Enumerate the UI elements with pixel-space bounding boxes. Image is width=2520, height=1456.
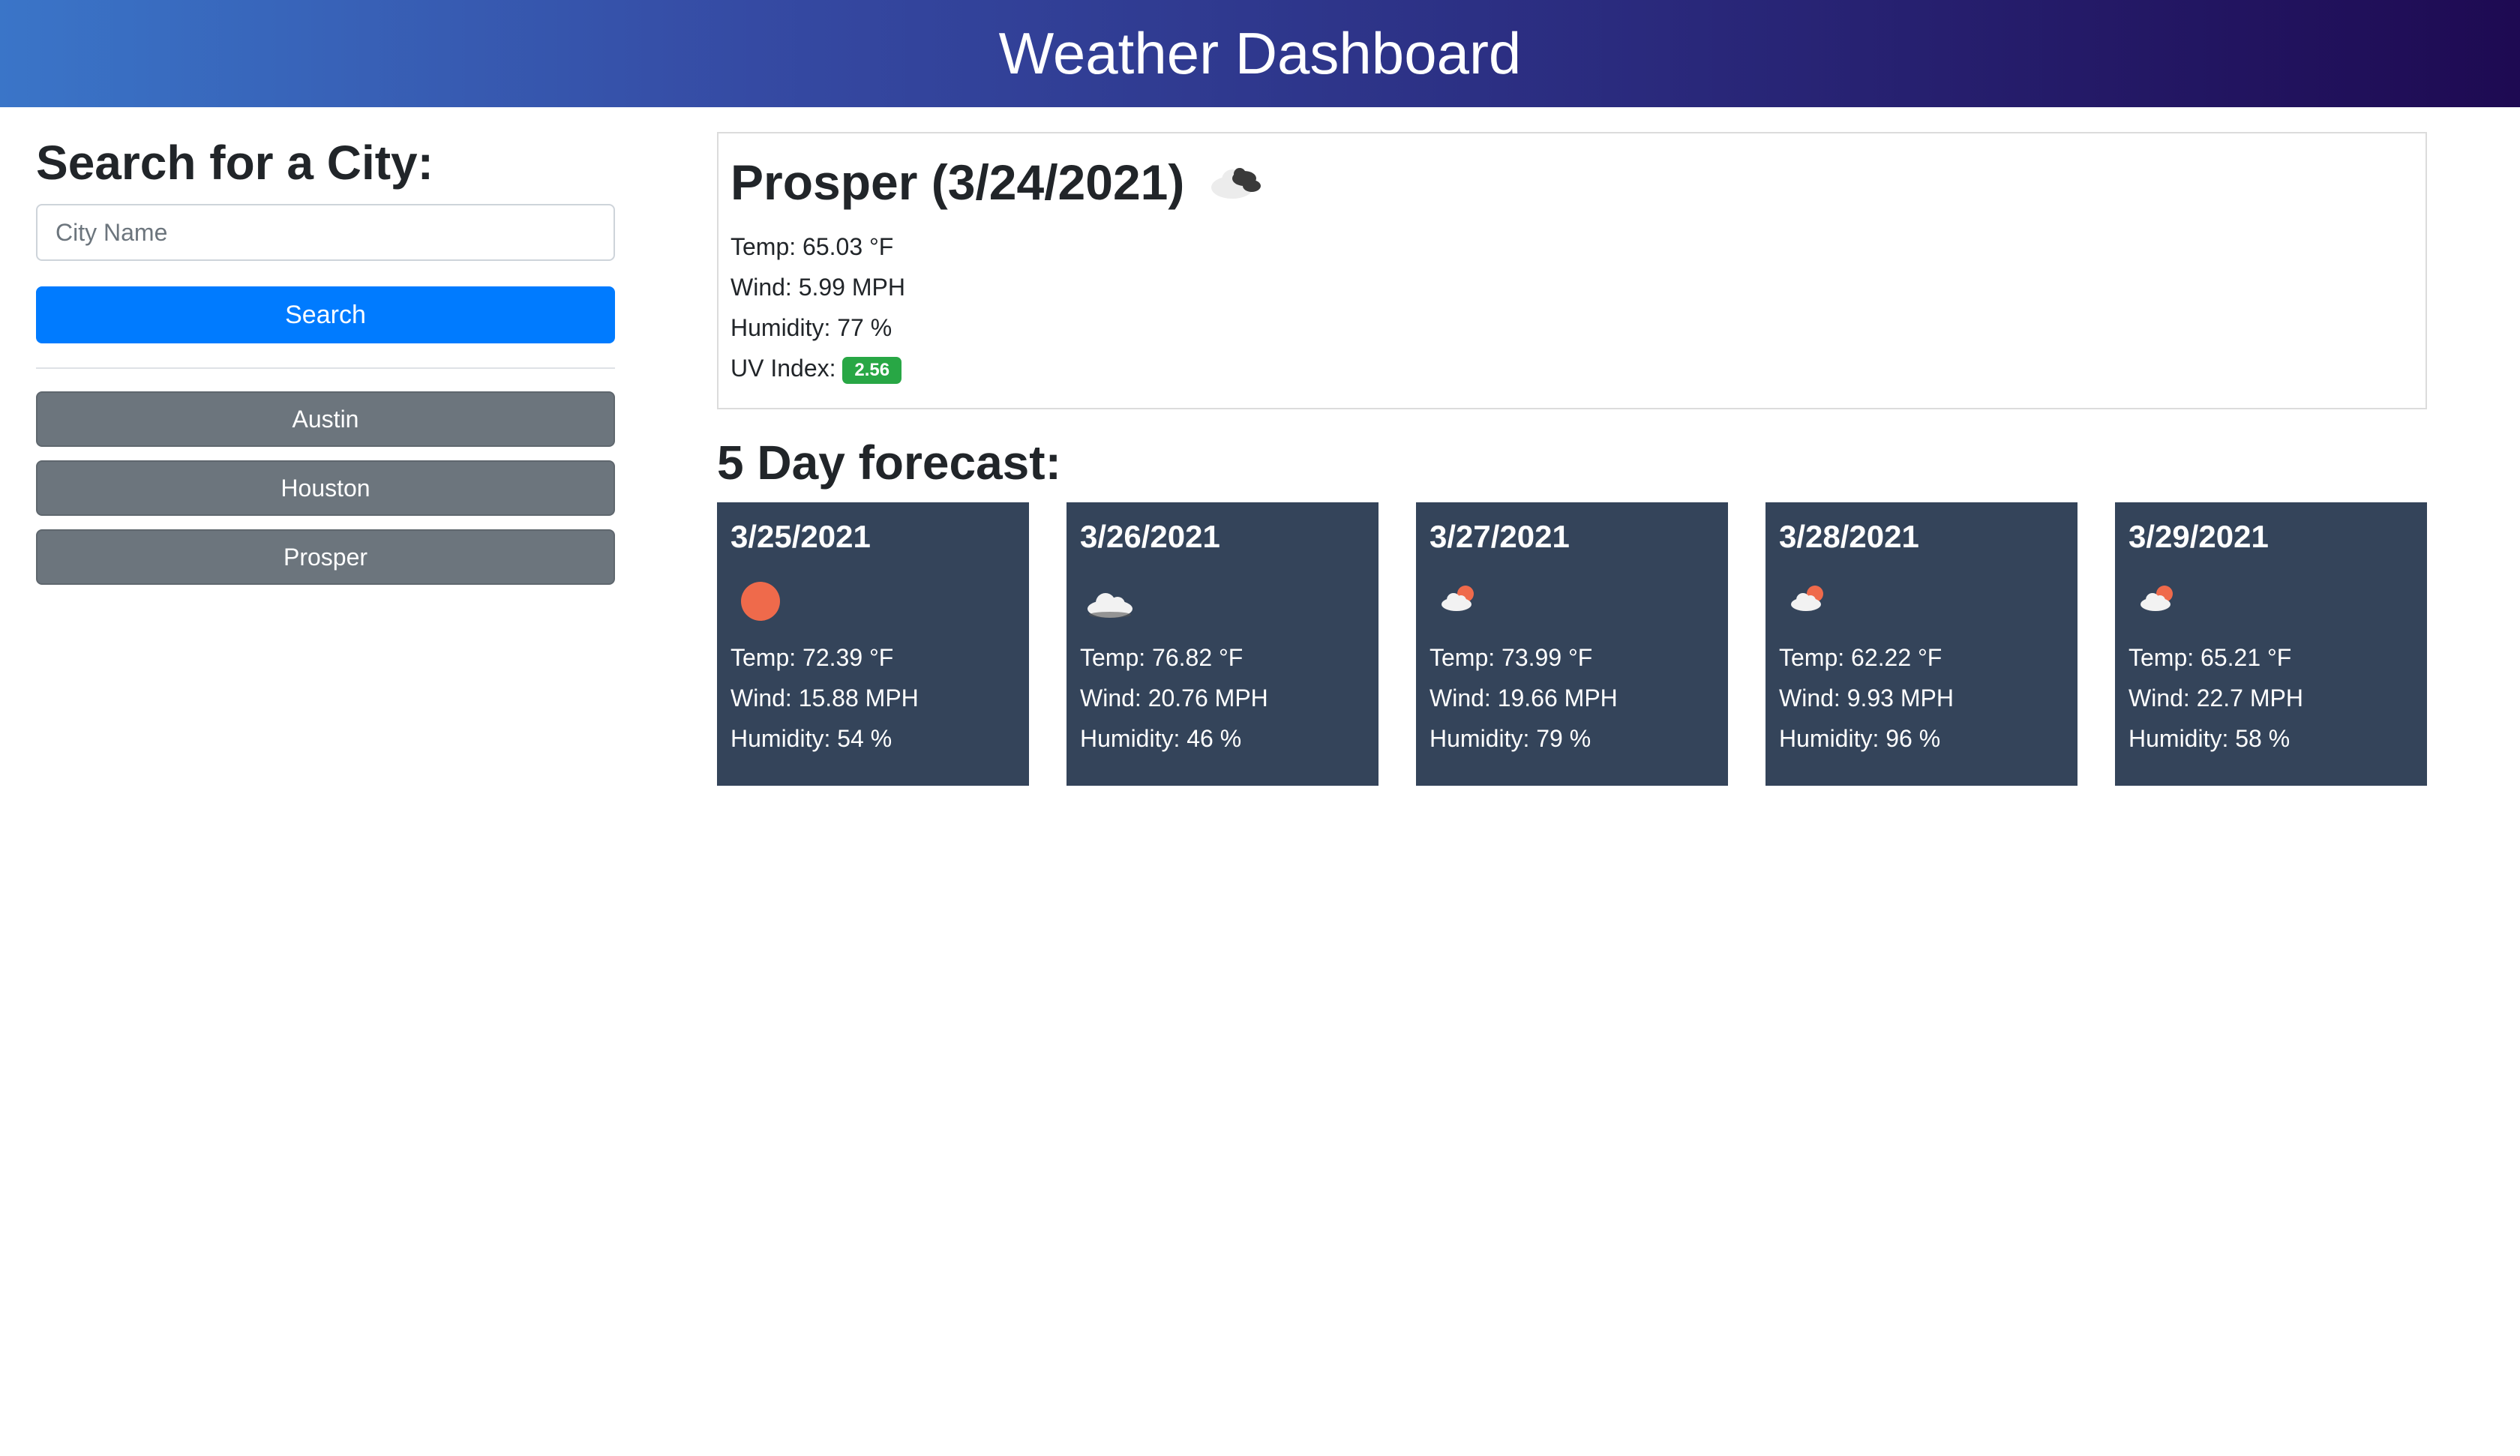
forecast-card: 3/26/2021 Temp: 76.82 °F Wind: 20.76 MPH… <box>1066 502 1378 786</box>
forecast-card: 3/25/2021 Temp: 72.39 °F Wind: 15.88 MPH… <box>717 502 1029 786</box>
forecast-humidity: Humidity: 54 % <box>730 725 892 752</box>
forecast-card: 3/28/2021 Temp: 62.22 °F Wind: 9.93 MPH … <box>1766 502 2078 786</box>
forecast-wind: Wind: 20.76 MPH <box>1080 685 1268 712</box>
sun-icon <box>741 582 780 621</box>
divider <box>36 367 615 369</box>
history-button-houston[interactable]: Houston <box>36 460 615 516</box>
forecast-wind: Wind: 22.7 MPH <box>2128 685 2303 712</box>
forecast-date: 3/27/2021 <box>1430 519 1570 554</box>
forecast-date: 3/25/2021 <box>730 519 871 554</box>
forecast-heading: 5 Day forecast: <box>717 436 1061 490</box>
current-weather-header: Prosper (3/24/2021) <box>730 148 2414 216</box>
uv-badge: 2.56 <box>842 356 902 384</box>
history-button-austin[interactable]: Austin <box>36 391 615 447</box>
forecast-humidity: Humidity: 79 % <box>1430 725 1592 752</box>
search-sidebar: Search for a City: Search Austin Houston… <box>36 129 615 598</box>
forecast-humidity: Humidity: 96 % <box>1779 725 1941 752</box>
partly-cloudy-icon <box>1442 586 1474 611</box>
forecast-temp: Temp: 72.39 °F <box>730 644 894 671</box>
forecast-card: 3/27/2021 Temp: 73.99 °F Wind: 19.66 MPH… <box>1416 502 1728 786</box>
forecast-temp: Temp: 73.99 °F <box>1430 644 1593 671</box>
current-wind: Wind: 5.99 MPH <box>730 274 905 301</box>
forecast-date: 3/26/2021 <box>1080 519 1220 554</box>
forecast-humidity: Humidity: 46 % <box>1080 725 1242 752</box>
forecast-wind: Wind: 15.88 MPH <box>730 685 919 712</box>
forecast-date: 3/28/2021 <box>1779 519 1919 554</box>
search-heading: Search for a City: <box>36 136 434 190</box>
current-weather-card: Prosper (3/24/2021) Temp: 65.03 °F Wind:… <box>717 132 2427 409</box>
current-city-date: Prosper (3/24/2021) <box>730 154 1185 210</box>
page-title: Weather Dashboard <box>998 20 1522 86</box>
current-temp: Temp: 65.03 °F <box>730 233 894 260</box>
forecast-humidity: Humidity: 58 % <box>2128 725 2290 752</box>
search-button[interactable]: Search <box>36 286 615 343</box>
forecast-wind: Wind: 19.66 MPH <box>1430 685 1618 712</box>
current-humidity: Humidity: 77 % <box>730 314 892 341</box>
current-uv: UV Index: 2.56 <box>730 348 2414 388</box>
forecast-card: 3/29/2021 Temp: 65.21 °F Wind: 22.7 MPH … <box>2115 502 2427 786</box>
forecast-date: 3/29/2021 <box>2128 519 2269 554</box>
forecast-temp: Temp: 65.21 °F <box>2128 644 2292 671</box>
uv-label: UV Index: <box>730 355 836 382</box>
app-header: Weather Dashboard <box>0 0 2520 107</box>
forecast-temp: Temp: 62.22 °F <box>1779 644 1942 671</box>
forecast-cards: 3/25/2021 Temp: 72.39 °F Wind: 15.88 MPH… <box>717 502 2427 786</box>
partly-cloudy-icon <box>1791 586 1823 611</box>
history-button-prosper[interactable]: Prosper <box>36 529 615 585</box>
forecast-temp: Temp: 76.82 °F <box>1080 644 1244 671</box>
broken-clouds-icon <box>1211 168 1262 199</box>
cloud-icon <box>1088 593 1132 618</box>
partly-cloudy-icon <box>2140 586 2173 611</box>
city-search-input[interactable] <box>36 204 615 261</box>
forecast-wind: Wind: 9.93 MPH <box>1779 685 1954 712</box>
current-stats: Temp: 65.03 °F Wind: 5.99 MPH Humidity: … <box>730 226 2414 388</box>
